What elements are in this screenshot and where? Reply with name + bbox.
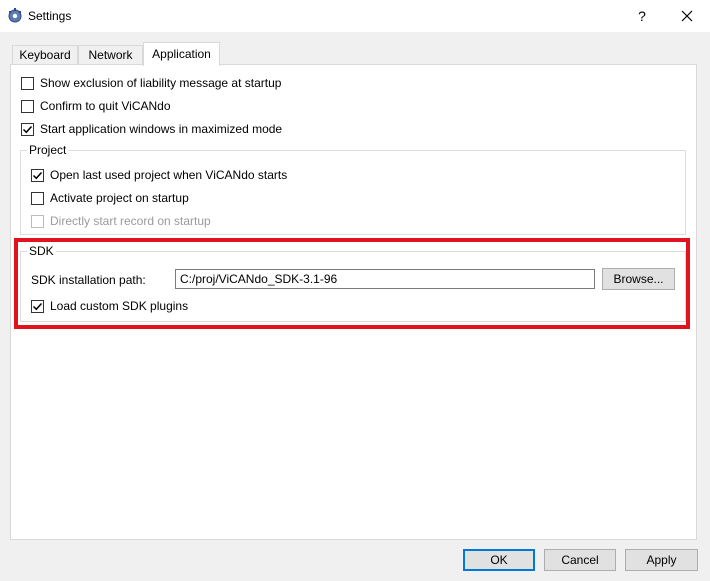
direct-record-label: Directly start record on startup bbox=[50, 214, 211, 228]
confirm-quit-label: Confirm to quit ViCANdo bbox=[40, 99, 171, 113]
tab-keyboard[interactable]: Keyboard bbox=[12, 45, 78, 65]
show-liability-checkbox[interactable] bbox=[21, 76, 34, 90]
help-button[interactable]: ? bbox=[632, 5, 652, 27]
close-button[interactable] bbox=[676, 5, 698, 27]
cancel-button[interactable]: Cancel bbox=[544, 549, 616, 571]
sdk-highlight-box bbox=[14, 238, 690, 329]
tab-network[interactable]: Network bbox=[78, 45, 143, 65]
activate-project-label: Activate project on startup bbox=[50, 191, 189, 205]
option-confirm-quit[interactable]: Confirm to quit ViCANdo bbox=[21, 98, 171, 114]
option-direct-record: Directly start record on startup bbox=[31, 213, 211, 229]
maximized-label: Start application windows in maximized m… bbox=[40, 122, 283, 136]
ok-button[interactable]: OK bbox=[463, 549, 535, 571]
maximized-checkbox[interactable] bbox=[21, 122, 34, 136]
option-show-liability[interactable]: Show exclusion of liability message at s… bbox=[21, 75, 281, 91]
checkmark-icon bbox=[22, 125, 33, 133]
open-last-project-label: Open last used project when ViCANdo star… bbox=[50, 168, 288, 182]
window-title: Settings bbox=[28, 9, 72, 23]
app-icon bbox=[8, 8, 22, 23]
option-open-last-project[interactable]: Open last used project when ViCANdo star… bbox=[31, 167, 287, 183]
show-liability-label: Show exclusion of liability message at s… bbox=[40, 76, 282, 90]
option-activate-project[interactable]: Activate project on startup bbox=[31, 190, 189, 206]
project-group-title: Project bbox=[27, 143, 69, 157]
checkmark-icon bbox=[32, 171, 43, 179]
option-maximized[interactable]: Start application windows in maximized m… bbox=[21, 121, 282, 137]
confirm-quit-checkbox[interactable] bbox=[21, 99, 34, 113]
direct-record-checkbox bbox=[31, 214, 44, 228]
apply-button[interactable]: Apply bbox=[625, 549, 698, 571]
close-icon bbox=[681, 10, 693, 22]
open-last-project-checkbox[interactable] bbox=[31, 168, 44, 182]
tab-application[interactable]: Application bbox=[143, 42, 220, 66]
activate-project-checkbox[interactable] bbox=[31, 191, 44, 205]
title-bar: Settings ? bbox=[0, 0, 710, 32]
